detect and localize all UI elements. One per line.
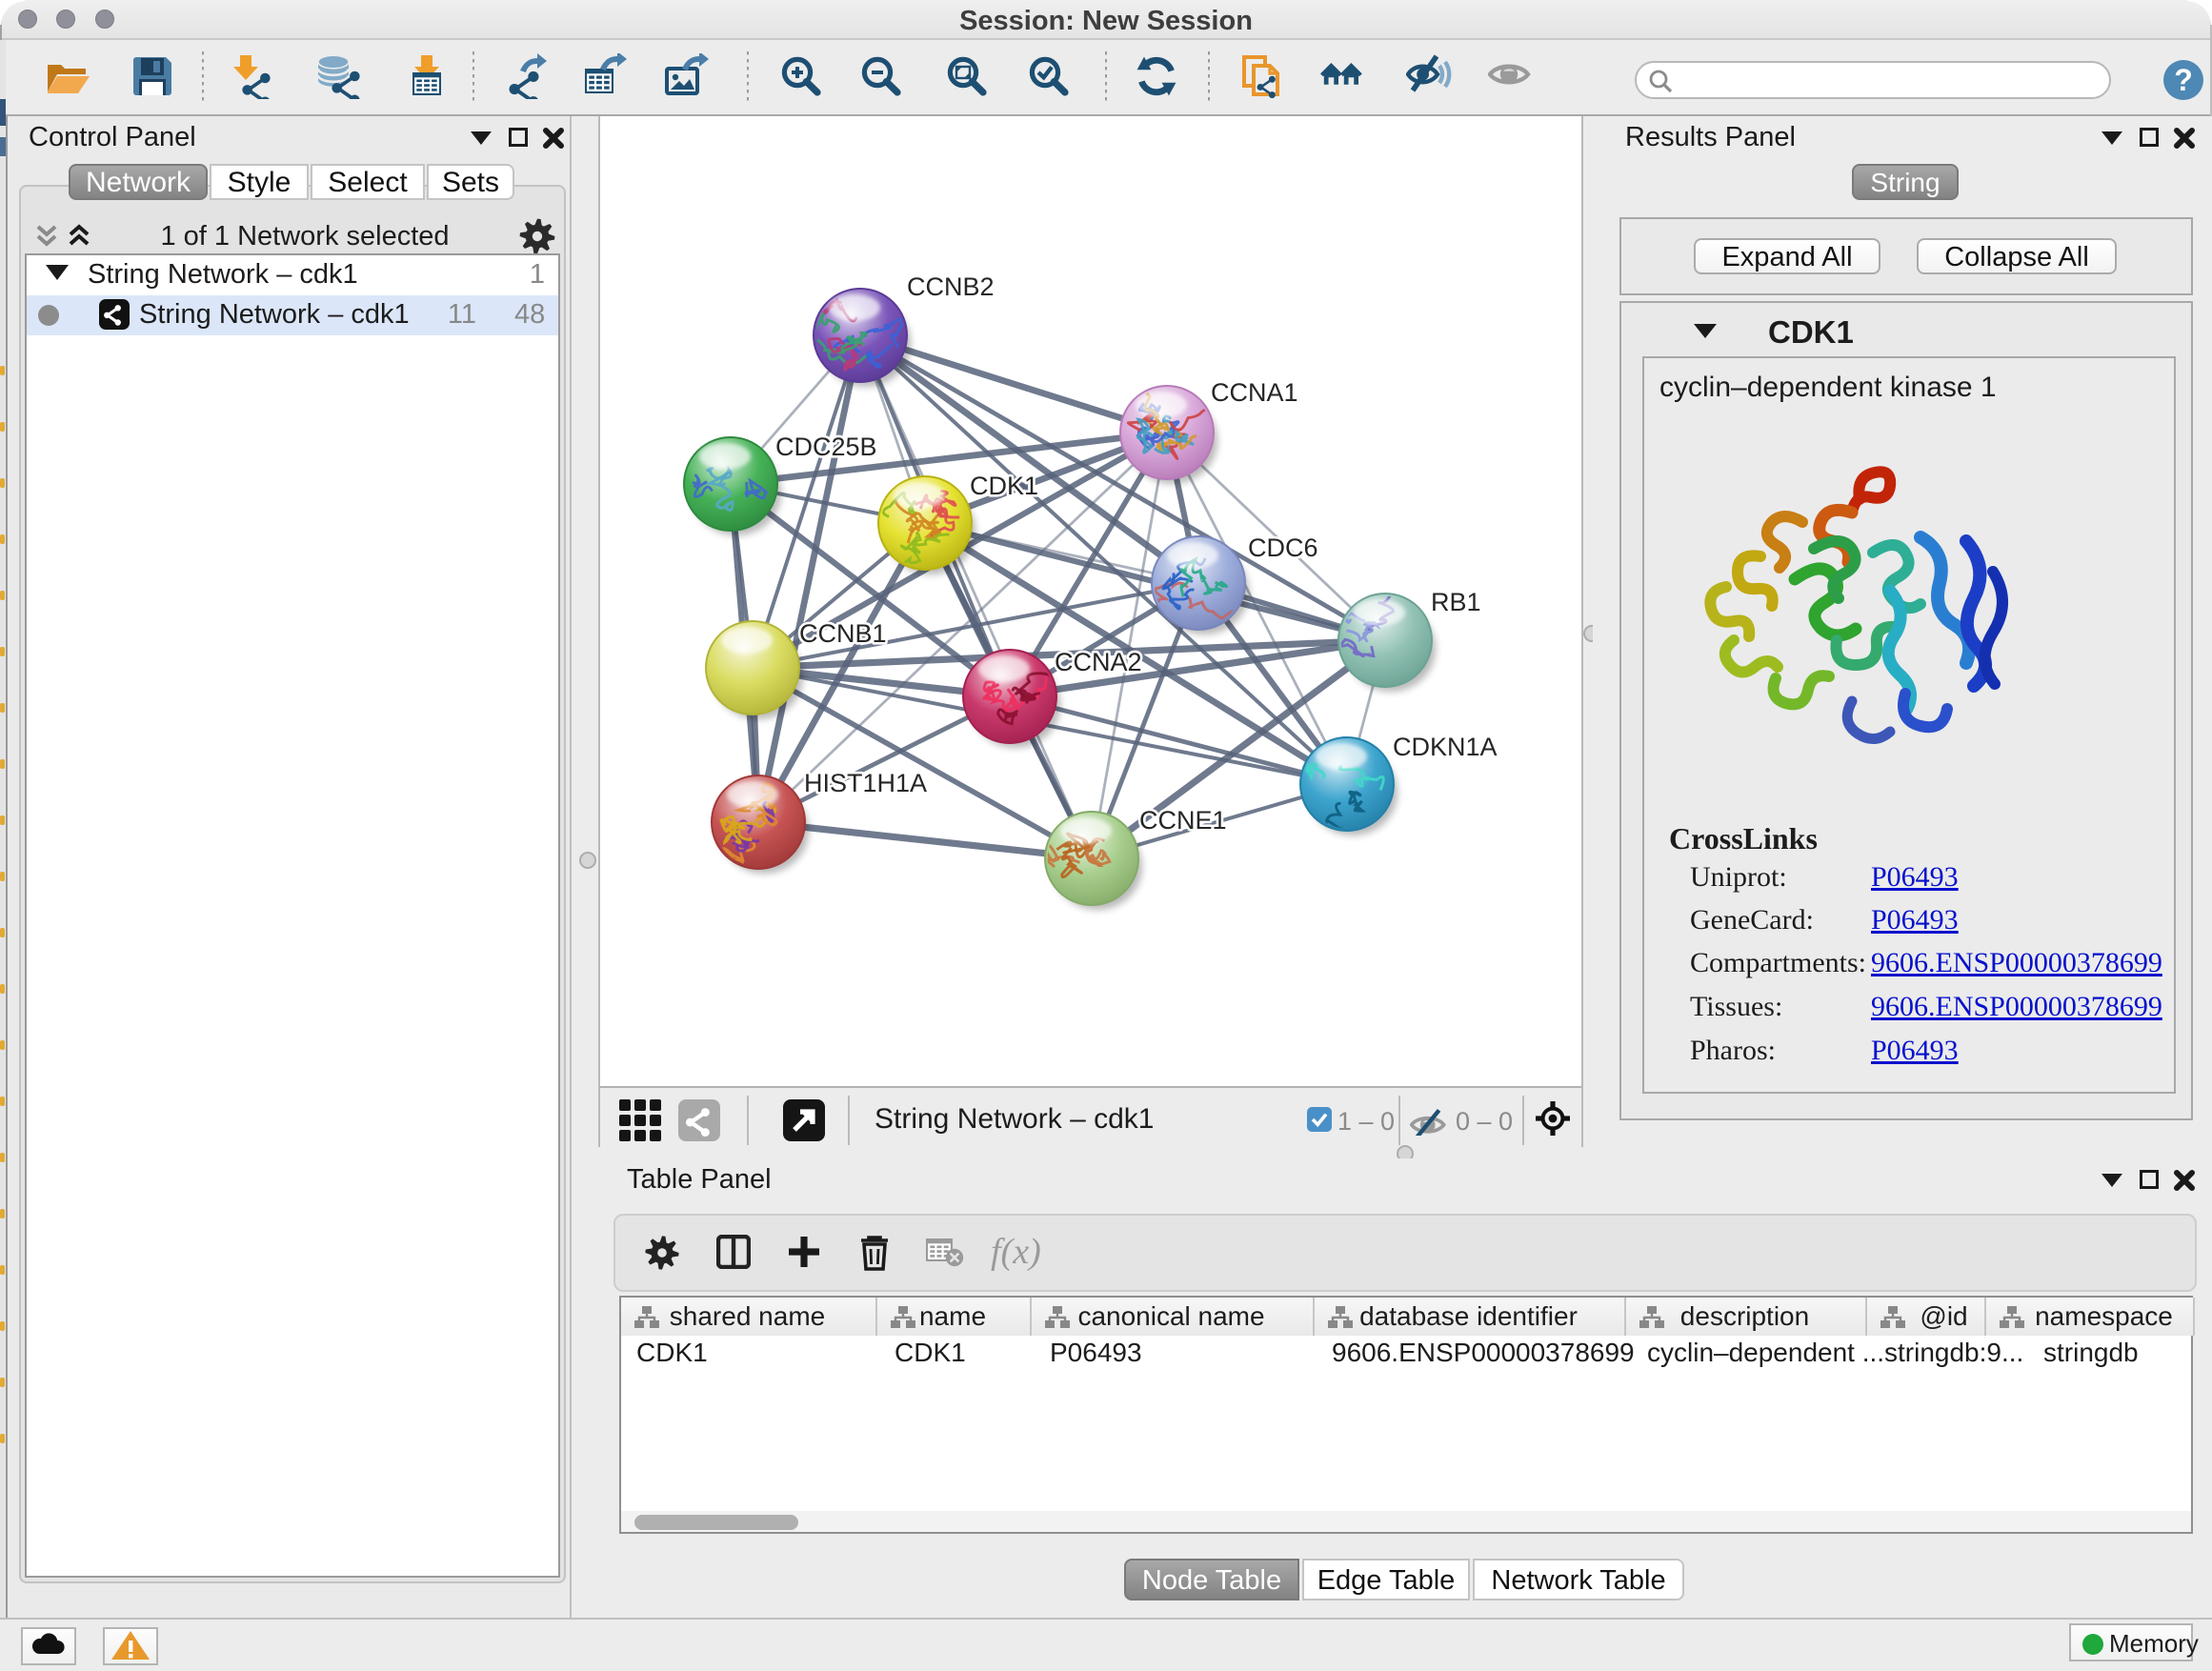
svg-text:CCNB1: CCNB1 [799,619,887,648]
svg-text:?: ? [2174,63,2193,97]
svg-text:CDC25B: CDC25B [775,433,877,461]
svg-text:CDKN1A: CDKN1A [1393,733,1498,761]
svg-text:CDK1: CDK1 [970,472,1038,500]
svg-text:CCNA2: CCNA2 [1055,648,1142,676]
svg-text:CDC6: CDC6 [1248,534,1318,562]
svg-text:CCNA1: CCNA1 [1211,378,1298,407]
svg-text:HIST1H1A: HIST1H1A [804,769,927,797]
svg-text:RB1: RB1 [1431,588,1481,616]
svg-text:CCNB2: CCNB2 [907,272,995,301]
svg-text:CCNE1: CCNE1 [1139,806,1227,835]
